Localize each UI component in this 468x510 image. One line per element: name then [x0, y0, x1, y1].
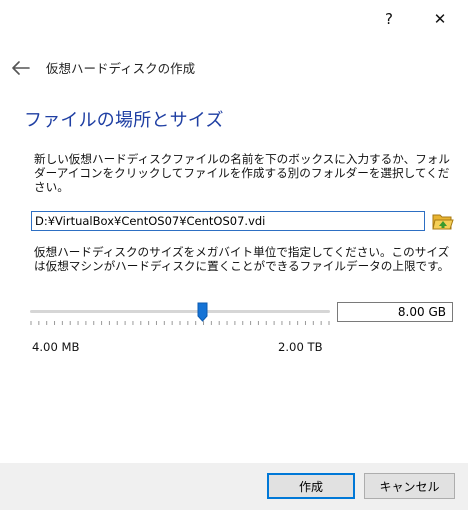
create-button[interactable]: 作成	[267, 473, 355, 499]
dialog-footer: 作成 キャンセル	[0, 463, 468, 510]
wizard-header: 仮想ハードディスクの作成	[10, 58, 195, 77]
cancel-button[interactable]: キャンセル	[364, 473, 455, 499]
disk-size-slider[interactable]	[30, 300, 330, 326]
slider-track	[30, 310, 330, 313]
file-path-input[interactable]	[31, 211, 425, 231]
page-heading: ファイルの場所とサイズ	[24, 110, 224, 131]
create-virtual-hard-disk-dialog: ? ✕ 仮想ハードディスクの作成 ファイルの場所とサイズ 新しい仮想ハードディス…	[0, 0, 468, 510]
close-button[interactable]: ✕	[412, 0, 468, 38]
location-description: 新しい仮想ハードディスクファイルの名前を下のボックスに入力するか、フォルダーアイ…	[34, 152, 450, 194]
slider-ticks	[30, 321, 330, 325]
help-button[interactable]: ?	[366, 0, 412, 38]
title-bar-controls: ? ✕	[366, 0, 468, 38]
slider-min-label: 4.00 MB	[32, 340, 80, 354]
slider-max-label: 2.00 TB	[278, 340, 323, 354]
folder-open-icon[interactable]	[432, 210, 454, 232]
size-description: 仮想ハードディスクのサイズをメガバイト単位で指定してください。このサイズは仮想マ…	[34, 245, 450, 273]
back-arrow-icon[interactable]	[10, 59, 32, 77]
disk-size-input[interactable]	[337, 302, 453, 322]
wizard-title: 仮想ハードディスクの作成	[46, 61, 196, 76]
slider-thumb[interactable]	[197, 302, 208, 322]
